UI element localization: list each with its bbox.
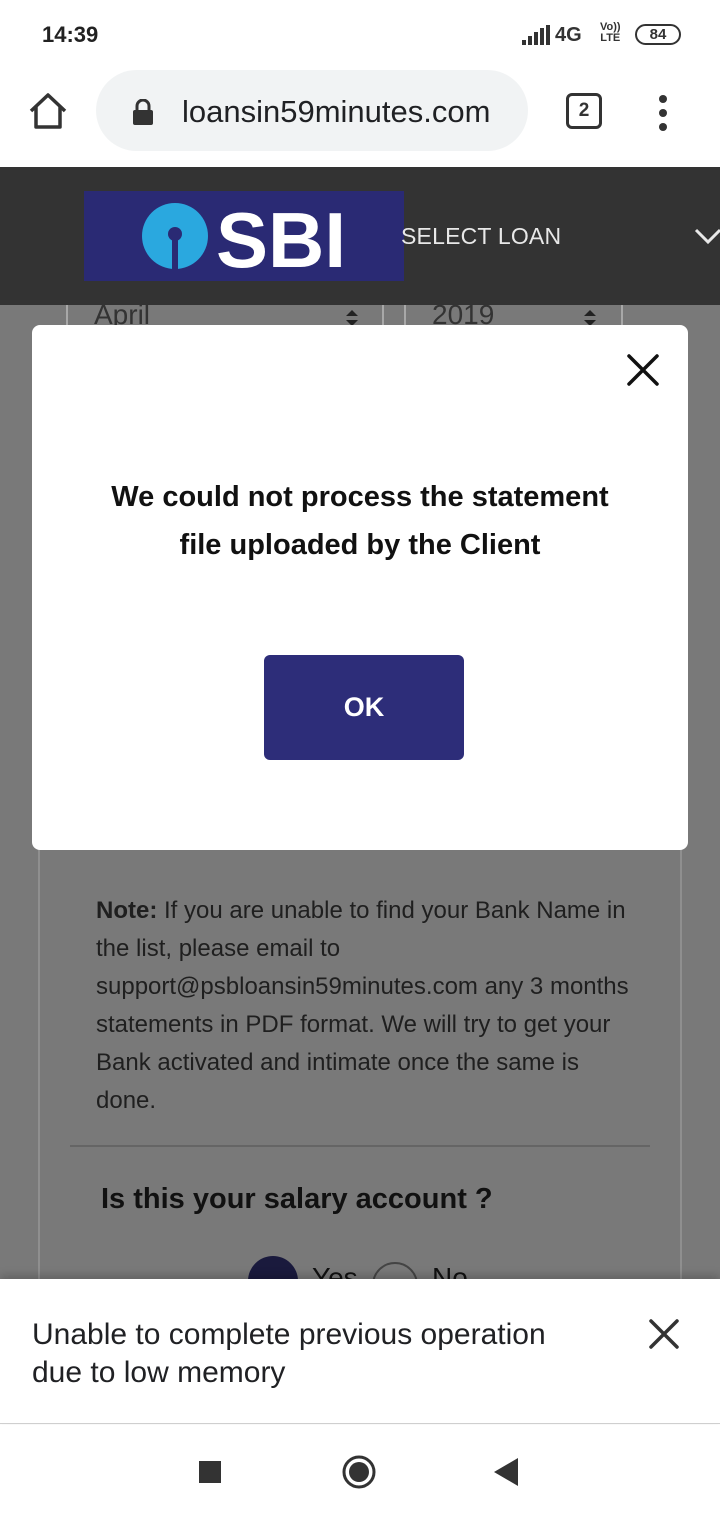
signal-icon bbox=[522, 25, 550, 45]
volte-indicator: Vo)) LTE bbox=[600, 22, 621, 44]
sbi-logo-graphic: SBI bbox=[142, 196, 346, 284]
site-header: SBI SELECT LOAN bbox=[0, 167, 720, 305]
more-vert-icon[interactable] bbox=[652, 93, 674, 133]
volte-bottom: LTE bbox=[600, 32, 621, 44]
nav-home-icon[interactable] bbox=[341, 1454, 377, 1490]
sbi-logo[interactable]: SBI bbox=[84, 191, 404, 284]
logo-text: SBI bbox=[216, 196, 346, 281]
ok-button[interactable]: OK bbox=[264, 655, 464, 760]
bank-note: Note: If you are unable to find your Ban… bbox=[96, 892, 636, 1120]
system-nav-bar bbox=[0, 1425, 720, 1520]
error-dialog: We could not process the statement file … bbox=[32, 325, 688, 850]
close-icon[interactable] bbox=[648, 1318, 680, 1350]
lock-icon bbox=[133, 99, 153, 125]
back-icon[interactable] bbox=[494, 1458, 518, 1486]
low-memory-snackbar: Unable to complete previous operation du… bbox=[0, 1279, 720, 1424]
chevron-down-icon[interactable] bbox=[694, 227, 720, 245]
dialog-message: We could not process the statement file … bbox=[111, 481, 609, 561]
url-bar[interactable]: loansin59minutes.com bbox=[96, 70, 528, 151]
select-loan-menu[interactable]: SELECT LOAN bbox=[401, 223, 561, 250]
close-icon[interactable] bbox=[626, 353, 660, 387]
status-time: 14:39 bbox=[42, 22, 99, 47]
salary-question: Is this your salary account ? bbox=[101, 1183, 493, 1215]
snackbar-message: Unable to complete previous operation du… bbox=[32, 1318, 546, 1389]
status-bar: 14:39 4G Vo)) LTE 84 bbox=[0, 0, 720, 70]
battery-indicator: 84 bbox=[635, 24, 681, 45]
home-icon[interactable] bbox=[27, 90, 69, 132]
divider bbox=[70, 1145, 650, 1147]
note-label: Note: bbox=[96, 897, 158, 924]
url-text: loansin59minutes.com bbox=[182, 94, 491, 129]
recents-icon[interactable] bbox=[199, 1461, 221, 1483]
browser-toolbar: loansin59minutes.com 2 bbox=[0, 70, 720, 167]
note-text: If you are unable to find your Bank Name… bbox=[96, 897, 629, 1114]
network-type: 4G bbox=[555, 24, 582, 46]
tab-switcher-button[interactable]: 2 bbox=[566, 93, 602, 129]
